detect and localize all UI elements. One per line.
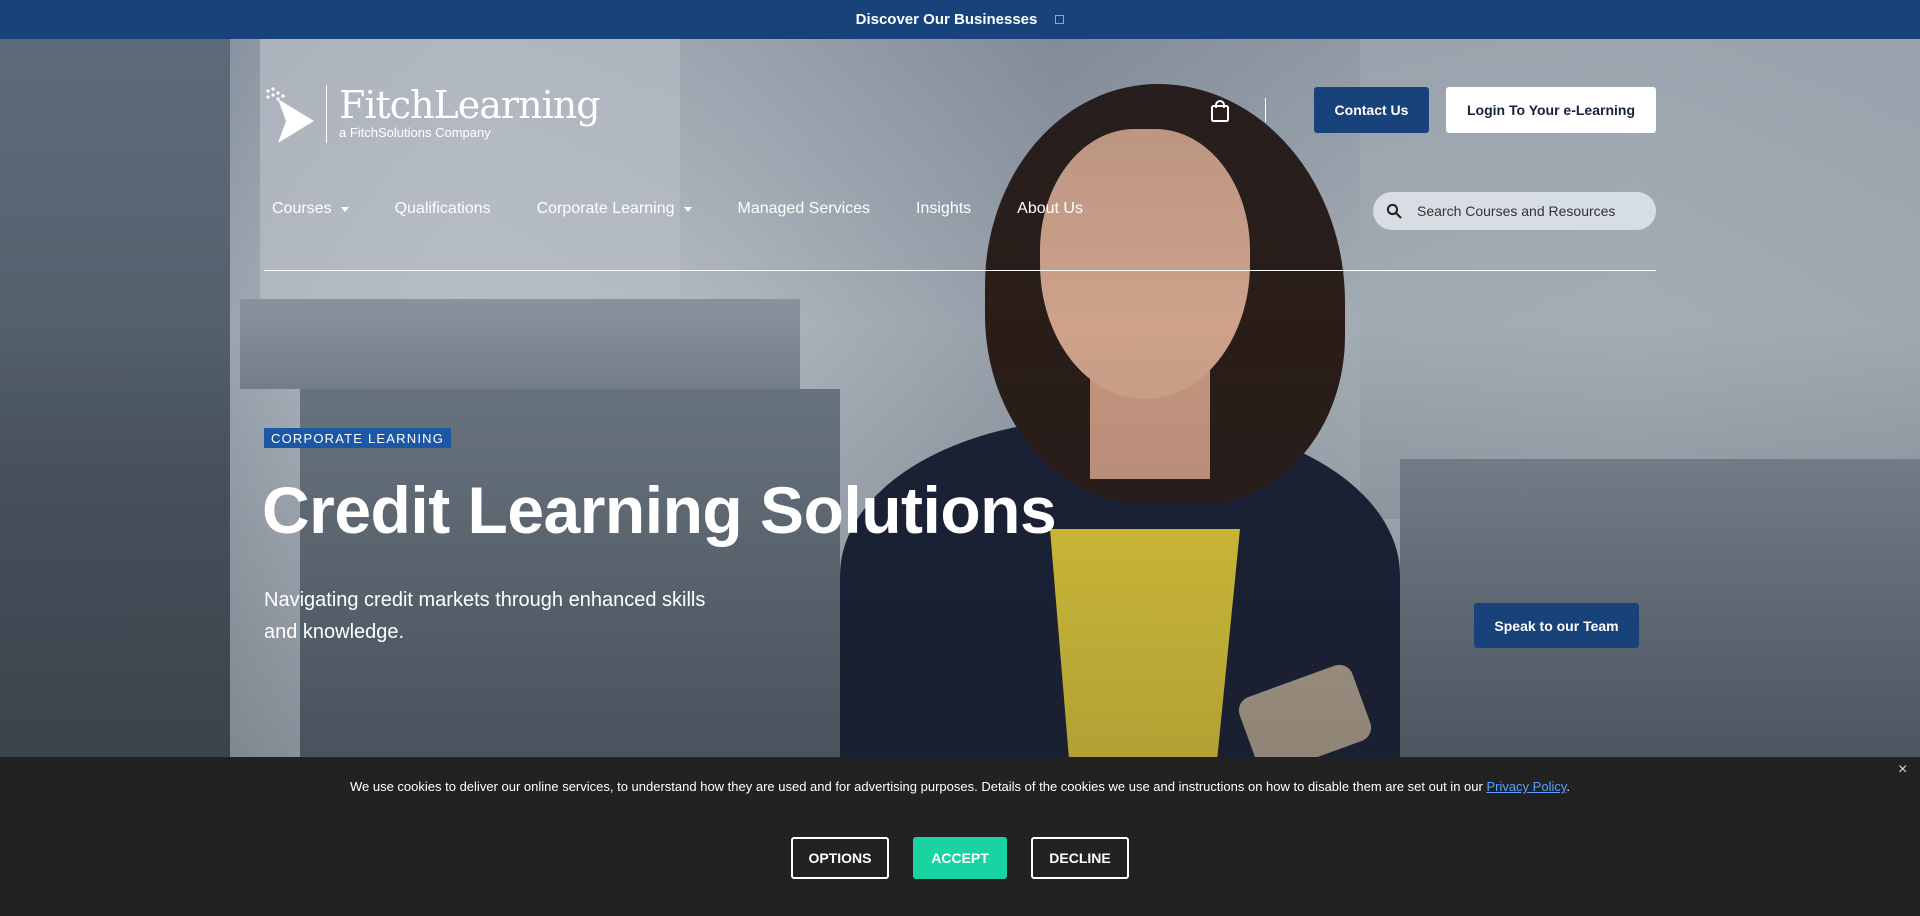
cookie-decline-button[interactable]: DECLINE: [1031, 837, 1129, 879]
logo-arrow-icon: [266, 87, 314, 143]
page-title: Credit Learning Solutions: [262, 473, 1057, 547]
nav-item-courses[interactable]: Courses: [272, 200, 349, 218]
nav-item-insights[interactable]: Insights: [916, 200, 971, 218]
nav-divider: [264, 270, 1656, 271]
nav-item-qualifications[interactable]: Qualifications: [395, 200, 491, 218]
cookie-message: We use cookies to deliver our online ser…: [0, 779, 1920, 794]
cookie-banner: We use cookies to deliver our online ser…: [0, 757, 1920, 916]
discover-businesses-label: Discover Our Businesses: [855, 11, 1038, 28]
shopping-bag-icon[interactable]: [1210, 100, 1230, 122]
hero-subtitle: Navigating credit markets through enhanc…: [264, 589, 706, 643]
nav-label: Corporate Learning: [536, 200, 675, 217]
login-elearning-button[interactable]: Login To Your e-Learning: [1446, 87, 1656, 133]
search-bar[interactable]: [1373, 192, 1656, 230]
cookie-accept-button[interactable]: ACCEPT: [913, 837, 1007, 879]
close-icon[interactable]: ×: [1898, 761, 1907, 779]
nav-label: Managed Services: [737, 200, 871, 217]
nav-item-managed-services[interactable]: Managed Services: [738, 200, 871, 218]
main-nav: Courses Qualifications Corporate Learnin…: [272, 200, 1129, 218]
cookie-text: We use cookies to deliver our online ser…: [349, 779, 1487, 794]
logo-title: FitchLearning: [339, 83, 601, 127]
nav-label: Courses: [272, 200, 332, 217]
privacy-policy-link[interactable]: Privacy Policy: [1486, 779, 1566, 794]
cookie-text-end: .: [1566, 779, 1571, 794]
header-divider: [1265, 98, 1266, 122]
nav-item-about-us[interactable]: About Us: [1017, 200, 1083, 218]
chevron-down-icon[interactable]: [1055, 15, 1065, 24]
logo-subtitle: a FitchSolutions Company: [339, 125, 491, 140]
logo-divider: [326, 85, 327, 143]
speak-to-team-button[interactable]: Speak to our Team: [1474, 603, 1639, 648]
search-input[interactable]: [1417, 203, 1637, 219]
cookie-options-button[interactable]: OPTIONS: [791, 837, 889, 879]
chevron-down-icon: [683, 206, 692, 212]
chevron-down-icon: [340, 206, 349, 212]
fitch-learning-logo[interactable]: FitchLearning a FitchSolutions Company: [264, 83, 601, 143]
category-badge: CORPORATE LEARNING: [264, 428, 452, 448]
hero-background-image: [0, 39, 1920, 757]
search-icon[interactable]: [1386, 203, 1402, 219]
nav-item-corporate-learning[interactable]: Corporate Learning: [537, 200, 692, 218]
nav-label: Qualifications: [394, 200, 491, 217]
discover-businesses-bar[interactable]: Discover Our Businesses: [0, 0, 1920, 39]
nav-label: Insights: [916, 200, 972, 217]
contact-us-button[interactable]: Contact Us: [1314, 87, 1429, 133]
nav-label: About Us: [1017, 200, 1083, 217]
